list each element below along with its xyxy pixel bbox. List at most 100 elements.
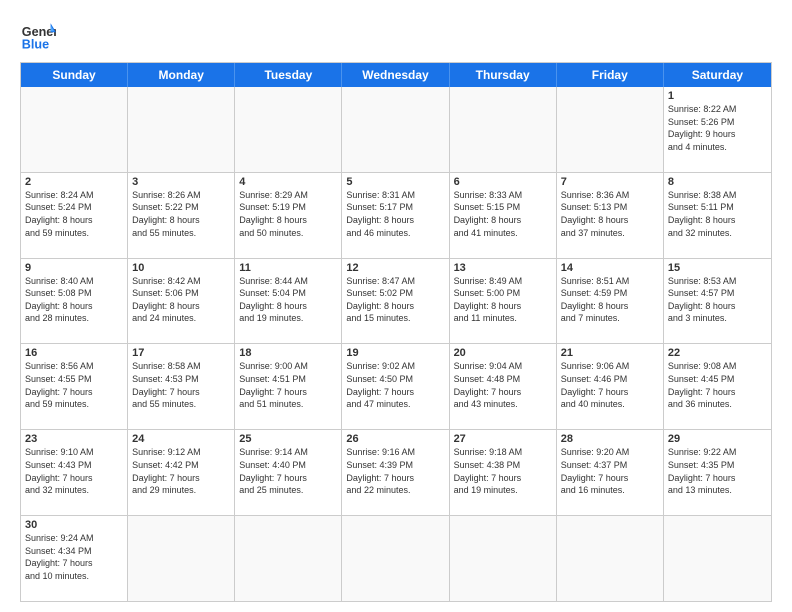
day-number: 24 [132, 433, 230, 445]
day-number: 10 [132, 262, 230, 274]
calendar-row-1: 2Sunrise: 8:24 AM Sunset: 5:24 PM Daylig… [21, 173, 771, 259]
calendar-cell [450, 516, 557, 601]
logo: General Blue [20, 16, 56, 52]
calendar-cell [235, 87, 342, 172]
weekday-header-saturday: Saturday [664, 63, 771, 87]
sun-info: Sunrise: 9:20 AM Sunset: 4:37 PM Dayligh… [561, 446, 659, 496]
day-number: 3 [132, 176, 230, 188]
calendar-cell: 7Sunrise: 8:36 AM Sunset: 5:13 PM Daylig… [557, 173, 664, 258]
calendar-row-0: 1Sunrise: 8:22 AM Sunset: 5:26 PM Daylig… [21, 87, 771, 173]
day-number: 20 [454, 347, 552, 359]
day-number: 30 [25, 519, 123, 531]
weekday-header-sunday: Sunday [21, 63, 128, 87]
sun-info: Sunrise: 8:40 AM Sunset: 5:08 PM Dayligh… [25, 275, 123, 325]
sun-info: Sunrise: 9:00 AM Sunset: 4:51 PM Dayligh… [239, 360, 337, 410]
day-number: 19 [346, 347, 444, 359]
day-number: 18 [239, 347, 337, 359]
calendar-header: SundayMondayTuesdayWednesdayThursdayFrid… [21, 63, 771, 87]
sun-info: Sunrise: 9:12 AM Sunset: 4:42 PM Dayligh… [132, 446, 230, 496]
day-number: 23 [25, 433, 123, 445]
calendar-cell: 1Sunrise: 8:22 AM Sunset: 5:26 PM Daylig… [664, 87, 771, 172]
calendar-cell: 30Sunrise: 9:24 AM Sunset: 4:34 PM Dayli… [21, 516, 128, 601]
day-number: 6 [454, 176, 552, 188]
calendar-cell: 2Sunrise: 8:24 AM Sunset: 5:24 PM Daylig… [21, 173, 128, 258]
calendar-cell: 10Sunrise: 8:42 AM Sunset: 5:06 PM Dayli… [128, 259, 235, 344]
calendar-cell: 3Sunrise: 8:26 AM Sunset: 5:22 PM Daylig… [128, 173, 235, 258]
calendar-cell [21, 87, 128, 172]
day-number: 5 [346, 176, 444, 188]
sun-info: Sunrise: 8:56 AM Sunset: 4:55 PM Dayligh… [25, 360, 123, 410]
calendar-row-3: 16Sunrise: 8:56 AM Sunset: 4:55 PM Dayli… [21, 344, 771, 430]
calendar-cell: 13Sunrise: 8:49 AM Sunset: 5:00 PM Dayli… [450, 259, 557, 344]
sun-info: Sunrise: 9:16 AM Sunset: 4:39 PM Dayligh… [346, 446, 444, 496]
day-number: 2 [25, 176, 123, 188]
day-number: 11 [239, 262, 337, 274]
sun-info: Sunrise: 8:26 AM Sunset: 5:22 PM Dayligh… [132, 189, 230, 239]
day-number: 14 [561, 262, 659, 274]
sun-info: Sunrise: 9:08 AM Sunset: 4:45 PM Dayligh… [668, 360, 767, 410]
calendar-cell: 27Sunrise: 9:18 AM Sunset: 4:38 PM Dayli… [450, 430, 557, 515]
calendar-cell: 16Sunrise: 8:56 AM Sunset: 4:55 PM Dayli… [21, 344, 128, 429]
sun-info: Sunrise: 9:22 AM Sunset: 4:35 PM Dayligh… [668, 446, 767, 496]
calendar-cell: 11Sunrise: 8:44 AM Sunset: 5:04 PM Dayli… [235, 259, 342, 344]
calendar-cell [664, 516, 771, 601]
day-number: 15 [668, 262, 767, 274]
calendar-cell [128, 516, 235, 601]
day-number: 22 [668, 347, 767, 359]
calendar-cell: 17Sunrise: 8:58 AM Sunset: 4:53 PM Dayli… [128, 344, 235, 429]
calendar-cell: 19Sunrise: 9:02 AM Sunset: 4:50 PM Dayli… [342, 344, 449, 429]
weekday-header-tuesday: Tuesday [235, 63, 342, 87]
weekday-header-monday: Monday [128, 63, 235, 87]
sun-info: Sunrise: 9:24 AM Sunset: 4:34 PM Dayligh… [25, 532, 123, 582]
day-number: 4 [239, 176, 337, 188]
calendar-row-2: 9Sunrise: 8:40 AM Sunset: 5:08 PM Daylig… [21, 259, 771, 345]
calendar-row-5: 30Sunrise: 9:24 AM Sunset: 4:34 PM Dayli… [21, 516, 771, 601]
sun-info: Sunrise: 8:31 AM Sunset: 5:17 PM Dayligh… [346, 189, 444, 239]
sun-info: Sunrise: 8:29 AM Sunset: 5:19 PM Dayligh… [239, 189, 337, 239]
svg-text:Blue: Blue [22, 37, 49, 51]
calendar-cell [235, 516, 342, 601]
calendar-cell [450, 87, 557, 172]
sun-info: Sunrise: 9:10 AM Sunset: 4:43 PM Dayligh… [25, 446, 123, 496]
day-number: 1 [668, 90, 767, 102]
weekday-header-friday: Friday [557, 63, 664, 87]
sun-info: Sunrise: 8:33 AM Sunset: 5:15 PM Dayligh… [454, 189, 552, 239]
sun-info: Sunrise: 8:47 AM Sunset: 5:02 PM Dayligh… [346, 275, 444, 325]
sun-info: Sunrise: 8:22 AM Sunset: 5:26 PM Dayligh… [668, 103, 767, 153]
calendar-cell: 23Sunrise: 9:10 AM Sunset: 4:43 PM Dayli… [21, 430, 128, 515]
calendar: SundayMondayTuesdayWednesdayThursdayFrid… [20, 62, 772, 602]
calendar-cell: 21Sunrise: 9:06 AM Sunset: 4:46 PM Dayli… [557, 344, 664, 429]
day-number: 8 [668, 176, 767, 188]
sun-info: Sunrise: 9:02 AM Sunset: 4:50 PM Dayligh… [346, 360, 444, 410]
calendar-cell [342, 516, 449, 601]
sun-info: Sunrise: 9:18 AM Sunset: 4:38 PM Dayligh… [454, 446, 552, 496]
day-number: 26 [346, 433, 444, 445]
sun-info: Sunrise: 9:06 AM Sunset: 4:46 PM Dayligh… [561, 360, 659, 410]
calendar-cell: 28Sunrise: 9:20 AM Sunset: 4:37 PM Dayli… [557, 430, 664, 515]
calendar-body: 1Sunrise: 8:22 AM Sunset: 5:26 PM Daylig… [21, 87, 771, 601]
calendar-cell: 5Sunrise: 8:31 AM Sunset: 5:17 PM Daylig… [342, 173, 449, 258]
day-number: 27 [454, 433, 552, 445]
day-number: 29 [668, 433, 767, 445]
calendar-cell: 24Sunrise: 9:12 AM Sunset: 4:42 PM Dayli… [128, 430, 235, 515]
calendar-cell: 26Sunrise: 9:16 AM Sunset: 4:39 PM Dayli… [342, 430, 449, 515]
calendar-cell: 8Sunrise: 8:38 AM Sunset: 5:11 PM Daylig… [664, 173, 771, 258]
calendar-cell: 20Sunrise: 9:04 AM Sunset: 4:48 PM Dayli… [450, 344, 557, 429]
sun-info: Sunrise: 8:36 AM Sunset: 5:13 PM Dayligh… [561, 189, 659, 239]
sun-info: Sunrise: 8:24 AM Sunset: 5:24 PM Dayligh… [25, 189, 123, 239]
calendar-cell [128, 87, 235, 172]
sun-info: Sunrise: 8:53 AM Sunset: 4:57 PM Dayligh… [668, 275, 767, 325]
day-number: 16 [25, 347, 123, 359]
day-number: 21 [561, 347, 659, 359]
calendar-cell [342, 87, 449, 172]
day-number: 17 [132, 347, 230, 359]
calendar-row-4: 23Sunrise: 9:10 AM Sunset: 4:43 PM Dayli… [21, 430, 771, 516]
day-number: 12 [346, 262, 444, 274]
calendar-cell [557, 516, 664, 601]
sun-info: Sunrise: 8:44 AM Sunset: 5:04 PM Dayligh… [239, 275, 337, 325]
sun-info: Sunrise: 8:42 AM Sunset: 5:06 PM Dayligh… [132, 275, 230, 325]
day-number: 9 [25, 262, 123, 274]
calendar-cell: 29Sunrise: 9:22 AM Sunset: 4:35 PM Dayli… [664, 430, 771, 515]
page-header: General Blue [20, 16, 772, 52]
calendar-cell: 22Sunrise: 9:08 AM Sunset: 4:45 PM Dayli… [664, 344, 771, 429]
